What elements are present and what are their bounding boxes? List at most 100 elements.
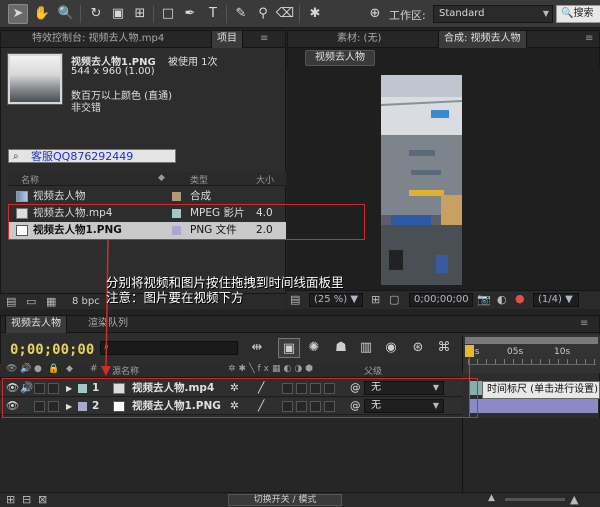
project-item-composition[interactable]: 视频去人物 合成 [8,188,286,205]
zoom-slider[interactable] [505,498,565,501]
audio-switch-icon: 🔊 [20,364,32,374]
help-search-input[interactable]: 🔍搜索 [556,5,600,23]
hide-shy-layers-icon[interactable]: ☗ [330,338,352,358]
tab-composition[interactable]: 合成: 视频去人物 [438,31,527,48]
graph-editor-icon[interactable]: ⊛ [407,338,429,358]
zoom-in-icon[interactable]: ▲ [570,493,578,506]
chevron-down-icon: ▼ [542,9,549,18]
current-time-indicator[interactable] [465,345,474,357]
tab-project[interactable]: 项目 [211,31,243,48]
solo-switch-icon: ● [34,364,42,374]
in-out-icon[interactable]: ⊠ [38,493,47,506]
zoom-tool-icon[interactable]: 🔍 [56,4,76,24]
annotation-text: 分别将视频和图片按住拖拽到时间线面板里 注意：图片要在视频下方 [106,275,396,305]
viewer-tabbar: 素材: (无) 合成: 视频去人物 ≡ [288,31,599,48]
workspace-select[interactable]: Standard ▼ [433,5,553,23]
brush-tool-icon[interactable]: ✎ [231,4,251,24]
resolution-select[interactable]: (1/4) ▼ [533,293,579,307]
layer-switches-icon[interactable]: ⊞ [6,493,15,506]
label-tag-icon: ◆ [66,364,73,374]
composition-mini-flowchart-icon[interactable]: ⇹ [246,338,268,358]
annotation-box-timeline-layers [2,378,478,418]
pan-behind-tool-icon[interactable]: ⊞ [130,4,150,24]
tab-effect-controls[interactable]: 特效控制台: 视频去人物.mp4 [27,31,169,48]
annotation-arrow [101,239,111,376]
label-color-swatch [172,192,181,201]
lock-switch-icon: 🔒 [48,364,60,374]
project-tabbar: 特效控制台: 视频去人物.mp4 项目 ≡ [1,31,285,48]
used-count: 被使用 1次 [168,57,218,68]
snap-icon[interactable]: ⊕ [365,4,385,24]
column-name[interactable]: 名称 [21,173,39,186]
puppet-tool-icon[interactable]: ✱ [305,4,325,24]
warehouse-photo [381,75,462,285]
zoom-out-icon[interactable]: ▲ [488,493,495,503]
current-time-display[interactable]: 0;00;00;00 [409,293,473,307]
selection-tool-icon[interactable]: ➤ [8,4,28,24]
column-parent[interactable]: 父级 [364,364,382,377]
live-update-icon[interactable]: ▣ [278,338,300,358]
label-tag-icon: ◆ [158,173,165,183]
switches-header-icons: ✲✱╲fx▦◐◑⬢ [228,364,317,374]
panel-menu-icon[interactable]: ≡ [575,316,593,333]
search-icon: ⌕ [13,151,19,162]
timeline-search-input[interactable]: ⌕ [100,341,238,355]
annotation-box-project-items [8,204,365,240]
project-item-name: 视频去人物 [33,190,86,202]
toolbar: ➤ ✋ 🔍 ↻ ▣ ⊞ □ ✒ T ✎ ⚲ ⌫ ✱ ⊕ 工作区: Standar… [0,0,600,28]
timeline-track-empty-area [462,418,600,492]
column-size[interactable]: 大小 [256,173,274,186]
interpret-footage-icon[interactable]: ▤ [6,295,16,308]
workspace-value: Standard [439,8,485,19]
draft-3d-icon[interactable]: ✺ [303,338,325,358]
ruler-ticks [468,359,596,365]
timeline-tabbar: 视频去人物 渲染队列 ≡ [1,316,599,333]
frame-blending-icon[interactable]: ▥ [355,338,377,358]
resolution-value: (1/4) [538,294,562,305]
project-item-type: 合成 [190,190,211,202]
ruler-label: 05s [507,347,524,357]
toolbar-divider [226,5,227,23]
annotation-line-2: 注意：图片要在视频下方 [106,290,244,305]
item-dimensions: 544 x 960 (1.00) [71,66,155,77]
toggle-switches-modes-button[interactable]: 切换开关 / 模式 [228,494,342,506]
layer-list-empty-area [0,418,462,492]
channel-icon[interactable]: ● [515,292,525,305]
toolbar-divider [80,5,81,23]
hand-tool-icon[interactable]: ✋ [32,4,52,24]
footage-frame [381,75,462,285]
item-interlace: 非交错 [71,103,101,114]
layer-duration-bar[interactable] [470,399,598,413]
new-composition-icon[interactable]: ▦ [46,295,56,308]
brainstorm-icon[interactable]: ⌘ [433,338,455,358]
column-type[interactable]: 类型 [190,173,208,186]
snapshot-icon[interactable]: 📷 [477,293,491,306]
work-area-bar[interactable] [465,337,598,344]
eraser-tool-icon[interactable]: ⌫ [275,4,295,24]
tab-timeline-composition[interactable]: 视频去人物 [5,316,67,333]
project-search-value: 客服QQ876292449 [31,150,134,163]
workspace-label: 工作区: [389,9,426,22]
tooltip: 时间标尺 (单击进行设置) [482,381,600,399]
tab-footage[interactable]: 素材: (无) [332,31,386,48]
rectangle-tool-icon[interactable]: □ [158,4,178,24]
composition-name-button[interactable]: 视频去人物 [305,50,375,66]
pen-tool-icon[interactable]: ✒ [180,4,200,24]
annotation-line-1: 分别将视频和图片按住拖拽到时间线面板里 [106,275,344,290]
camera-tool-icon[interactable]: ▣ [108,4,128,24]
layer-column-header: 👁 🔊 ● 🔒 ◆ # 源名称 ✲✱╲fx▦◐◑⬢ 父级 [0,364,462,378]
search-label: 搜索 [573,8,594,19]
panel-menu-icon[interactable]: ≡ [255,31,273,48]
show-snapshot-icon[interactable]: ◐ [497,293,507,306]
clone-stamp-tool-icon[interactable]: ⚲ [253,4,273,24]
timeline-timecode[interactable]: 0;00;00;00 [10,342,94,358]
project-search-input[interactable]: ⌕ 客服QQ876292449 [8,149,176,163]
ruler-label: 10s [554,347,571,357]
transfer-controls-icon[interactable]: ⊟ [22,493,31,506]
panel-menu-icon[interactable]: ≡ [580,31,598,48]
rotate-tool-icon[interactable]: ↻ [86,4,106,24]
column-source-name[interactable]: 源名称 [112,364,139,377]
new-folder-icon[interactable]: ▭ [26,295,36,308]
text-tool-icon[interactable]: T [203,4,223,24]
motion-blur-icon[interactable]: ◉ [380,338,402,358]
